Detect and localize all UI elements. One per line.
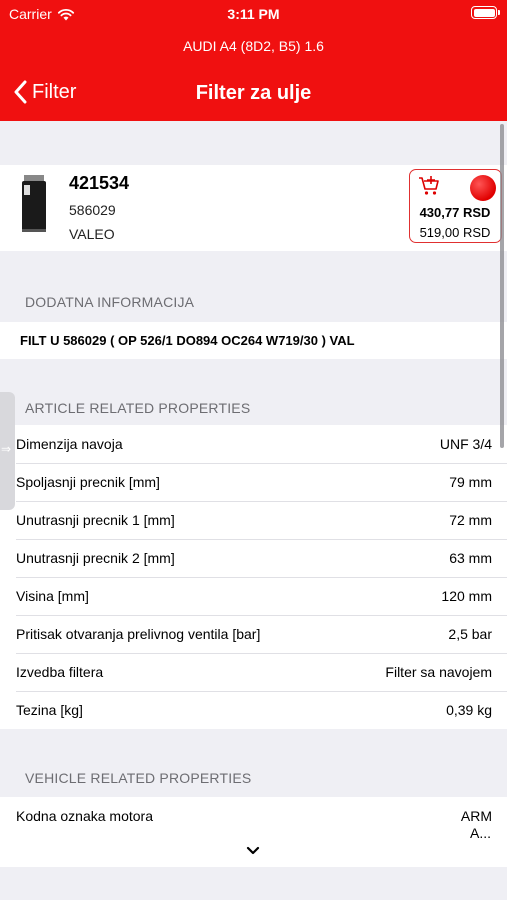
property-row: Izvedba filtera Filter sa navojem [0, 653, 507, 691]
side-drawer-handle[interactable]: ⇒ [0, 392, 15, 510]
article-number: 421534 [69, 173, 130, 193]
battery-icon [471, 6, 500, 19]
property-row: Unutrasnji precnik 2 [mm] 63 mm [0, 539, 507, 577]
property-value: 2,5 bar [448, 626, 492, 642]
property-label: Tezina [kg] [16, 702, 83, 718]
price-box[interactable]: 430,77 RSD 519,00 RSD [409, 169, 502, 243]
property-label: Dimenzija navoja [16, 436, 123, 452]
vehicle-property-row[interactable]: Kodna oznaka motora ARM A... [0, 797, 507, 867]
property-row: Unutrasnji precnik 1 [mm] 72 mm [0, 501, 507, 539]
oil-filter-image [22, 175, 46, 232]
drawer-arrow-icon: ⇒ [1, 442, 12, 456]
vehicle-property-label: Kodna oznaka motora [16, 808, 153, 824]
reference-number: 586029 [69, 202, 116, 218]
price-secondary: 519,00 RSD [419, 225, 491, 240]
property-label: Pritisak otvaranja prelivnog ventila [ba… [16, 626, 261, 642]
vehicle-title: AUDI A4 (8D2, B5) 1.6 [183, 38, 324, 54]
add-to-cart-icon[interactable] [418, 176, 440, 196]
property-value: 79 mm [449, 474, 492, 490]
brand-name: VALEO [69, 226, 115, 242]
property-row: Tezina [kg] 0,39 kg [0, 691, 507, 729]
property-row: Visina [mm] 120 mm [0, 577, 507, 615]
property-value: 120 mm [441, 588, 492, 604]
status-time: 3:11 PM [227, 6, 280, 22]
page-title: Filter za ulje [195, 82, 312, 104]
app-header: Carrier 3:11 PM AUDI A4 (8D2, B5) 1.6 Fi… [0, 0, 507, 121]
property-value: Filter sa navojem [385, 664, 492, 680]
property-value: 72 mm [449, 512, 492, 528]
property-label: Izvedba filtera [16, 664, 104, 680]
property-label: Spoljasnji precnik [mm] [16, 474, 160, 490]
section-header-article-properties: ARTICLE RELATED PROPERTIES [25, 400, 251, 416]
vehicle-property-value: ARM [460, 808, 492, 824]
property-value: 0,39 kg [446, 702, 492, 718]
stock-status-indicator [470, 175, 496, 201]
price-primary: 430,77 RSD [419, 205, 491, 220]
additional-info-text: FILT U 586029 ( OP 526/1 DO894 OC264 W71… [20, 333, 355, 348]
product-row[interactable]: 421534 586029 VALEO 430,77 RSD 519,00 RS… [0, 165, 507, 251]
vehicle-property-value-more: A... [469, 825, 491, 841]
scrollbar[interactable] [500, 124, 504, 448]
additional-info-row: FILT U 586029 ( OP 526/1 DO894 OC264 W71… [0, 322, 507, 359]
property-label: Unutrasnji precnik 2 [mm] [16, 550, 175, 566]
property-row: Spoljasnji precnik [mm] 79 mm [0, 463, 507, 501]
status-bar: Carrier 3:11 PM [0, 0, 507, 28]
property-value: 63 mm [449, 550, 492, 566]
property-row: Dimenzija navoja UNF 3/4 [0, 425, 507, 463]
property-label: Visina [mm] [16, 588, 89, 604]
section-header-additional-info: DODATNA INFORMACIJA [25, 294, 195, 310]
section-header-vehicle-properties: VEHICLE RELATED PROPERTIES [25, 770, 252, 786]
article-properties-list: Dimenzija navoja UNF 3/4 Spoljasnji prec… [0, 425, 507, 729]
property-value: UNF 3/4 [439, 436, 492, 452]
property-label: Unutrasnji precnik 1 [mm] [16, 512, 175, 528]
chevron-down-icon[interactable] [245, 845, 261, 857]
property-row: Pritisak otvaranja prelivnog ventila [ba… [0, 615, 507, 653]
